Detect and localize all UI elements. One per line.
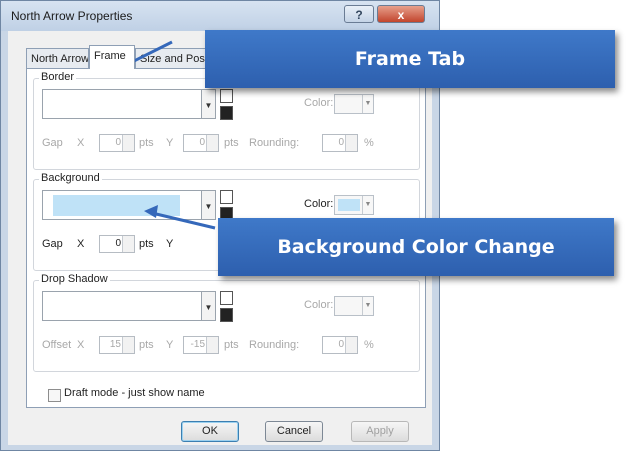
properties-icon[interactable] bbox=[220, 89, 233, 103]
close-button[interactable]: x bbox=[377, 5, 425, 23]
border-symbol-buttons[interactable] bbox=[220, 89, 233, 120]
background-fill-swatch bbox=[53, 195, 180, 216]
border-group-label: Border bbox=[39, 71, 77, 83]
border-y-spinner[interactable]: 0 bbox=[183, 134, 219, 152]
background-color-label: Color: bbox=[304, 198, 334, 210]
border-dropdown-arrow-icon[interactable]: ▼ bbox=[202, 89, 216, 119]
drop-shadow-percent-label: % bbox=[364, 339, 374, 351]
cancel-button[interactable]: Cancel bbox=[265, 421, 323, 442]
border-x-label: X bbox=[77, 137, 85, 149]
border-rounding-label: Rounding: bbox=[249, 137, 300, 149]
background-color-picker[interactable]: ▼ bbox=[334, 195, 374, 215]
apply-button[interactable]: Apply bbox=[351, 421, 409, 442]
border-y-label: Y bbox=[166, 137, 174, 149]
drop-shadow-pts-label: pts bbox=[139, 339, 154, 351]
draft-mode-label: Draft mode - just show name bbox=[64, 387, 205, 399]
background-x-label: X bbox=[77, 238, 85, 250]
border-gap-label: Gap bbox=[42, 137, 63, 149]
background-pts-label: pts bbox=[139, 238, 154, 250]
properties-icon[interactable] bbox=[220, 190, 233, 204]
border-color-picker[interactable]: ▼ bbox=[334, 94, 374, 114]
background-color-callout: Background Color Change bbox=[218, 218, 614, 276]
drop-shadow-x-spinner[interactable]: 15 bbox=[99, 336, 135, 354]
border-group: Border ▼ Color: ▼ Gap X 0 pts Y 0 pts Ro… bbox=[33, 71, 420, 170]
symbol-icon[interactable] bbox=[220, 308, 233, 322]
help-button[interactable]: ? bbox=[344, 5, 374, 23]
color-dropdown-icon[interactable]: ▼ bbox=[362, 297, 373, 315]
symbol-icon[interactable] bbox=[220, 106, 233, 120]
color-dropdown-icon[interactable]: ▼ bbox=[362, 95, 373, 113]
frame-tab-callout: Frame Tab bbox=[205, 30, 615, 88]
border-style-combo[interactable] bbox=[42, 89, 202, 119]
border-percent-label: % bbox=[364, 137, 374, 149]
background-style-combo[interactable] bbox=[42, 190, 202, 220]
background-x-spinner[interactable]: 0 bbox=[99, 235, 135, 253]
drop-shadow-y-label: Y bbox=[166, 339, 174, 351]
tab-frame[interactable]: Frame bbox=[89, 45, 135, 69]
drop-shadow-color-picker[interactable]: ▼ bbox=[334, 296, 374, 316]
background-color-swatch bbox=[338, 199, 360, 211]
border-rounding-spinner[interactable]: 0 bbox=[322, 134, 358, 152]
drop-shadow-group-label: Drop Shadow bbox=[39, 273, 110, 285]
ok-button[interactable]: OK bbox=[181, 421, 239, 442]
drop-shadow-pts-label-2: pts bbox=[224, 339, 239, 351]
drop-shadow-group: Drop Shadow ▼ Color: ▼ Offset X 15 pts Y… bbox=[33, 273, 420, 372]
drop-shadow-color-label: Color: bbox=[304, 299, 334, 311]
border-pts-label: pts bbox=[139, 137, 154, 149]
background-group-label: Background bbox=[39, 172, 102, 184]
dialog-title: North Arrow Properties bbox=[11, 9, 133, 23]
border-x-spinner[interactable]: 0 bbox=[99, 134, 135, 152]
title-bar: North Arrow Properties ? x bbox=[1, 1, 439, 31]
drop-shadow-symbol-buttons[interactable] bbox=[220, 291, 233, 322]
border-pts-label-2: pts bbox=[224, 137, 239, 149]
color-dropdown-icon[interactable]: ▼ bbox=[362, 196, 373, 214]
drop-shadow-offset-label: Offset bbox=[42, 339, 72, 351]
drop-shadow-rounding-spinner[interactable]: 0 bbox=[322, 336, 358, 354]
drop-shadow-x-label: X bbox=[77, 339, 85, 351]
properties-icon[interactable] bbox=[220, 291, 233, 305]
drop-shadow-y-spinner[interactable]: -15 bbox=[183, 336, 219, 354]
drop-shadow-style-combo[interactable] bbox=[42, 291, 202, 321]
background-gap-label: Gap bbox=[42, 238, 63, 250]
background-symbol-buttons[interactable] bbox=[220, 190, 233, 221]
border-color-label: Color: bbox=[304, 97, 334, 109]
background-y-label: Y bbox=[166, 238, 174, 250]
drop-shadow-rounding-label: Rounding: bbox=[249, 339, 300, 351]
drop-shadow-dropdown-arrow-icon[interactable]: ▼ bbox=[202, 291, 216, 321]
tab-size-and-position[interactable]: Size and Position bbox=[135, 48, 213, 68]
draft-mode-checkbox[interactable] bbox=[48, 389, 61, 402]
background-dropdown-arrow-icon[interactable]: ▼ bbox=[202, 190, 216, 220]
tab-north-arrow[interactable]: North Arrow bbox=[26, 48, 89, 68]
